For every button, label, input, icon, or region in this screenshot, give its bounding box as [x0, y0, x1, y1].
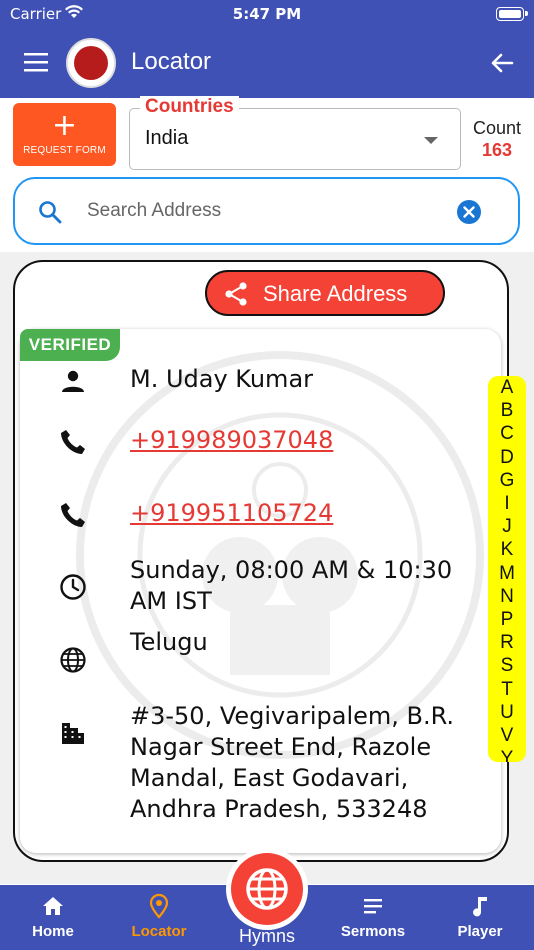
- hymns-fab-button[interactable]: [226, 848, 308, 930]
- phone-link-1[interactable]: +919989037048: [130, 425, 480, 456]
- hymns-label: Hymns: [238, 926, 295, 946]
- search-bar: [13, 177, 520, 245]
- home-icon: [43, 897, 63, 915]
- share-icon: [225, 282, 247, 306]
- alphabet-letter[interactable]: D: [488, 446, 526, 469]
- alphabet-letter[interactable]: R: [488, 631, 526, 654]
- plus-icon: +: [51, 108, 78, 143]
- nav-label-home: Home: [32, 923, 74, 940]
- alphabet-letter[interactable]: I: [488, 492, 526, 515]
- nav-item-home[interactable]: Home: [0, 885, 106, 950]
- alphabet-letter[interactable]: P: [488, 608, 526, 631]
- music-note-icon: [473, 897, 487, 917]
- alphabet-letter[interactable]: M: [488, 562, 526, 585]
- nav-item-locator[interactable]: Locator: [106, 885, 212, 950]
- service-timing: Sunday, 08:00 AM & 10:30 AM IST: [130, 556, 453, 615]
- status-bar: Carrier 5:47 PM: [0, 0, 534, 28]
- countries-legend: Countries: [140, 96, 239, 118]
- nav-item-sermons[interactable]: Sermons: [320, 885, 426, 950]
- building-icon: [62, 723, 84, 744]
- hymns-globe-icon: [246, 868, 288, 910]
- count-display: Count 163: [466, 118, 528, 161]
- alphabet-letter[interactable]: B: [488, 399, 526, 422]
- nav-item-player[interactable]: Player: [427, 885, 533, 950]
- nav-label-sermons: Sermons: [340, 923, 406, 940]
- alphabet-letter[interactable]: C: [488, 422, 526, 445]
- person-icon: [62, 370, 84, 392]
- countries-dropdown[interactable]: Countries India: [129, 96, 461, 170]
- phone-link-2[interactable]: +919951105724: [130, 498, 480, 529]
- countries-value: India: [145, 127, 189, 149]
- battery-icon: [496, 7, 528, 21]
- service-language: Telugu: [130, 628, 208, 656]
- count-value: 163: [481, 140, 513, 160]
- menu-icon[interactable]: [22, 50, 50, 74]
- request-form-button[interactable]: + REQUEST FORM: [13, 103, 116, 166]
- search-input[interactable]: [85, 193, 449, 229]
- share-address-label: Share Address: [263, 281, 408, 306]
- list-icon: [364, 899, 382, 914]
- clear-icon[interactable]: [456, 199, 482, 225]
- page-title: Locator: [131, 48, 212, 75]
- request-form-label: REQUEST FORM: [23, 145, 106, 156]
- alphabet-letter[interactable]: Y: [488, 747, 526, 762]
- alphabet-letter[interactable]: S: [488, 654, 526, 677]
- nav-label-locator: Locator: [131, 923, 187, 940]
- phone-icon: [61, 430, 85, 454]
- church-address: #3-50, Vegivaripalem, B.R. Nagar Street …: [130, 702, 455, 823]
- share-address-button[interactable]: Share Address: [205, 270, 445, 316]
- alphabet-letter[interactable]: J: [488, 515, 526, 538]
- alphabet-letter[interactable]: A: [488, 376, 526, 399]
- alphabet-letter[interactable]: U: [488, 701, 526, 724]
- count-label: Count: [472, 118, 522, 138]
- alphabet-letter[interactable]: G: [488, 469, 526, 492]
- status-time: 5:47 PM: [232, 5, 302, 23]
- phone-icon: [61, 503, 85, 527]
- app-bar: Locator: [0, 28, 534, 98]
- globe-icon: [60, 647, 86, 673]
- verified-badge: VERIFIED: [20, 329, 120, 361]
- arrow-left-icon[interactable]: [488, 49, 516, 77]
- contact-name: M. Uday Kumar: [130, 365, 314, 393]
- nav-label-player: Player: [457, 923, 503, 940]
- clock-icon: [60, 574, 86, 600]
- alphabet-letter[interactable]: T: [488, 678, 526, 701]
- dropdown-arrow-icon: [424, 137, 438, 144]
- search-icon: [39, 201, 62, 224]
- alphabet-letter[interactable]: K: [488, 538, 526, 561]
- church-logo: [66, 38, 116, 88]
- location-pin-icon: [149, 893, 169, 919]
- alphabet-letter[interactable]: N: [488, 585, 526, 608]
- alphabet-index-bar: ABCDGIJKMNPRSTUVY: [488, 376, 526, 762]
- alphabet-letter[interactable]: V: [488, 724, 526, 747]
